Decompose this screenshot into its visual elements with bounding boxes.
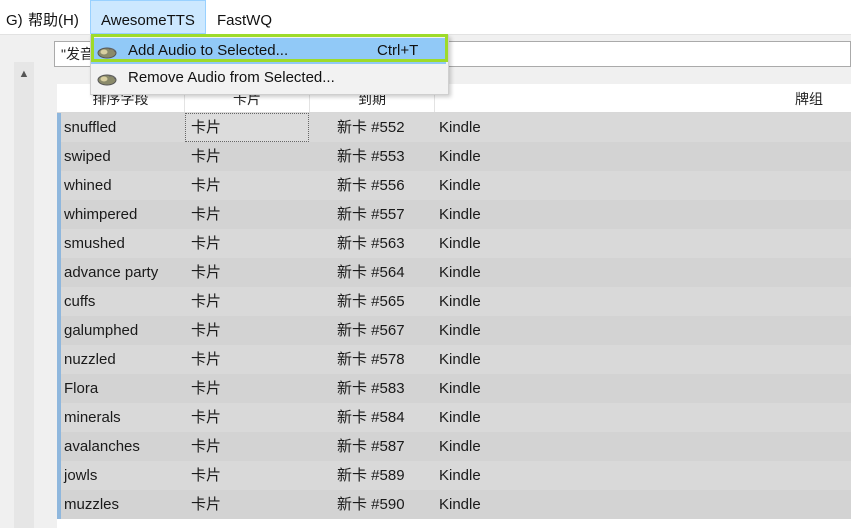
sidebar-scrollbar[interactable]	[14, 62, 34, 528]
cell-due: 新卡 #563	[337, 235, 405, 252]
cell-deck: Kindle	[439, 119, 481, 136]
cell-card: 卡片	[191, 438, 222, 455]
cell-sort-field: avalanches	[64, 438, 140, 455]
cell-sort-field: snuffled	[64, 119, 117, 136]
cell-card: 卡片	[191, 235, 222, 252]
add-audio-label: Add Audio to Selected...	[128, 42, 289, 59]
cell-card: 卡片	[191, 409, 222, 426]
cell-due: 新卡 #587	[337, 438, 405, 455]
table-row[interactable]: swiped 卡片 新卡 #553 Kindle	[57, 142, 851, 171]
cell-deck: Kindle	[439, 148, 481, 165]
table-row[interactable]: whimpered 卡片 新卡 #557 Kindle	[57, 200, 851, 229]
cell-deck: Kindle	[439, 496, 481, 513]
cell-card: 卡片	[191, 496, 222, 513]
cell-sort-field: galumphed	[64, 322, 139, 339]
cell-due: 新卡 #578	[337, 351, 405, 368]
card-table: 排序字段 卡片 到期 牌组 snuffled 卡片 新卡 #552 Kindle…	[57, 84, 851, 528]
cell-due: 新卡 #589	[337, 467, 405, 484]
cell-deck: Kindle	[439, 177, 481, 194]
cell-card: 卡片	[191, 206, 222, 223]
cell-due: 新卡 #556	[337, 177, 405, 194]
cell-deck: Kindle	[439, 380, 481, 397]
cell-sort-field: Flora	[64, 380, 99, 397]
table-row[interactable]: jowls 卡片 新卡 #589 Kindle	[57, 461, 851, 490]
cell-deck: Kindle	[439, 322, 481, 339]
cell-deck: Kindle	[439, 235, 481, 252]
cell-sort-field: advance party	[64, 264, 159, 281]
table-row[interactable]: galumphed 卡片 新卡 #567 Kindle	[57, 316, 851, 345]
table-row[interactable]: cuffs 卡片 新卡 #565 Kindle	[57, 287, 851, 316]
cell-card: 卡片	[191, 351, 222, 368]
cell-sort-field: nuzzled	[64, 351, 116, 368]
cell-card: 卡片	[191, 293, 222, 310]
cell-card: 卡片	[191, 148, 222, 165]
cell-due: 新卡 #565	[337, 293, 405, 310]
table-row[interactable]: minerals 卡片 新卡 #584 Kindle	[57, 403, 851, 432]
cell-card: 卡片	[191, 467, 222, 484]
cell-sort-field: minerals	[64, 409, 121, 426]
column-header-deck[interactable]: 牌组	[435, 84, 851, 112]
cell-due: 新卡 #564	[337, 264, 405, 281]
cell-card: 卡片	[191, 380, 222, 397]
cell-sort-field: smushed	[64, 235, 125, 252]
cell-deck: Kindle	[439, 351, 481, 368]
table-row[interactable]: whined 卡片 新卡 #556 Kindle	[57, 171, 851, 200]
menu-awesometts[interactable]: AwesomeTTS	[90, 0, 206, 34]
menu-bar: G) 帮助(H) AwesomeTTS FastWQ	[0, 0, 851, 35]
cell-deck: Kindle	[439, 467, 481, 484]
menu-fastwq[interactable]: FastWQ	[207, 0, 282, 34]
cell-deck: Kindle	[439, 264, 481, 281]
cell-due: 新卡 #583	[337, 380, 405, 397]
cell-sort-field: cuffs	[64, 293, 96, 310]
cell-deck: Kindle	[439, 206, 481, 223]
speaker-icon	[97, 70, 117, 86]
remove-audio-menu-item[interactable]: Remove Audio from Selected...	[91, 65, 446, 91]
cell-due: 新卡 #584	[337, 409, 405, 426]
awesometts-dropdown-menu: Add Audio to Selected... Ctrl+T Remove A…	[90, 35, 449, 95]
speaker-icon	[97, 43, 117, 59]
cell-card: 卡片	[191, 322, 222, 339]
cell-due: 新卡 #567	[337, 322, 405, 339]
table-row[interactable]: advance party 卡片 新卡 #564 Kindle	[57, 258, 851, 287]
cell-card: 卡片	[191, 264, 222, 281]
menu-help[interactable]: 帮助(H)	[18, 0, 89, 34]
cell-sort-field: whined	[64, 177, 112, 194]
table-row[interactable]: Flora 卡片 新卡 #583 Kindle	[57, 374, 851, 403]
table-row[interactable]: snuffled 卡片 新卡 #552 Kindle	[57, 113, 851, 142]
add-audio-menu-item[interactable]: Add Audio to Selected... Ctrl+T	[91, 38, 446, 64]
add-audio-shortcut: Ctrl+T	[377, 42, 419, 59]
cell-sort-field: jowls	[64, 467, 98, 484]
table-row[interactable]: muzzles 卡片 新卡 #590 Kindle	[57, 490, 851, 519]
cell-card: 卡片	[191, 177, 222, 194]
scroll-up-icon[interactable]: ▲	[14, 62, 34, 86]
cell-deck: Kindle	[439, 409, 481, 426]
table-row[interactable]: nuzzled 卡片 新卡 #578 Kindle	[57, 345, 851, 374]
cell-sort-field: muzzles	[64, 496, 120, 513]
cell-sort-field: whimpered	[64, 206, 138, 223]
cell-deck: Kindle	[439, 293, 481, 310]
cell-deck: Kindle	[439, 438, 481, 455]
cell-sort-field: swiped	[64, 148, 111, 165]
cell-due: 新卡 #553	[337, 148, 405, 165]
cell-card: 卡片	[185, 113, 309, 142]
cell-due: 新卡 #552	[337, 119, 405, 136]
cell-due: 新卡 #557	[337, 206, 405, 223]
table-row[interactable]: avalanches 卡片 新卡 #587 Kindle	[57, 432, 851, 461]
table-row[interactable]: smushed 卡片 新卡 #563 Kindle	[57, 229, 851, 258]
remove-audio-label: Remove Audio from Selected...	[128, 69, 335, 86]
cell-due: 新卡 #590	[337, 496, 405, 513]
